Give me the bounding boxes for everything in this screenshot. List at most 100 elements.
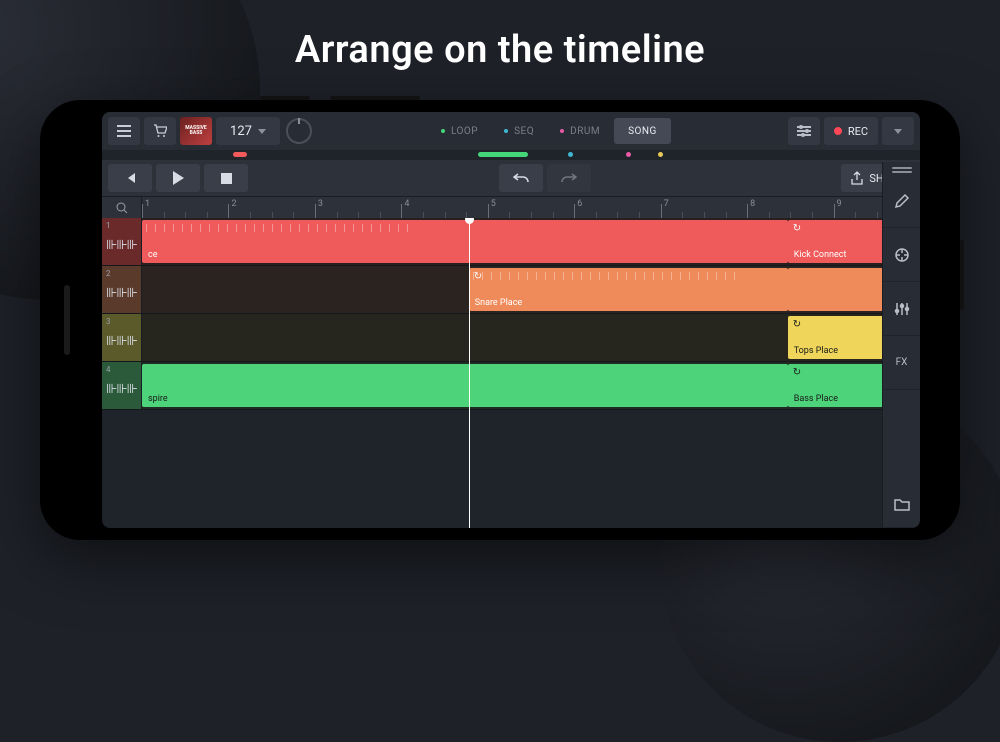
phone-button — [960, 240, 964, 310]
ruler-number: 9 — [837, 199, 842, 209]
track-header[interactable]: 2⊪⊪⊪ — [102, 266, 142, 313]
rewind-button[interactable] — [108, 164, 152, 192]
loop-icon: ↻ — [793, 367, 801, 378]
section-marker[interactable] — [233, 152, 247, 157]
redo-icon — [561, 172, 577, 184]
section-marker[interactable] — [626, 152, 631, 157]
sliders-icon — [894, 301, 910, 317]
ruler-number: 2 — [231, 199, 236, 209]
track-number: 1 — [106, 221, 111, 230]
track-header[interactable]: 1 ⊪⊪⊪ — [102, 218, 142, 265]
audio-clip[interactable]: ↻ Kick Connect — [788, 220, 889, 263]
snap-icon — [894, 247, 910, 263]
side-toolbar: FX — [882, 162, 920, 528]
ruler-number: 4 — [404, 199, 409, 209]
mode-tab-seq[interactable]: SEQ — [492, 126, 546, 137]
sliders-icon — [795, 126, 813, 136]
drag-handle-icon[interactable] — [883, 162, 920, 174]
clip-label: Tops Place — [794, 346, 838, 356]
clip-label: Snare Place — [475, 298, 522, 308]
play-button[interactable] — [156, 164, 200, 192]
tab-label: LOOP — [451, 126, 478, 137]
section-marker[interactable] — [478, 152, 528, 157]
mixer-button[interactable] — [788, 117, 820, 145]
phone-frame: MASSIVE BASS 127 LOOPSEQDRUMSONG REC — [40, 100, 960, 540]
mode-tab-song[interactable]: SONG — [614, 118, 671, 144]
mode-tabs: LOOP SEQ DRUM SONG — [429, 118, 671, 144]
topbar: MASSIVE BASS 127 LOOP SEQ DRUM SONG REC — [102, 112, 920, 150]
track-number: 3 — [106, 317, 111, 326]
rec-more-button[interactable] — [882, 117, 914, 145]
transport-bar: SHARE — [102, 160, 920, 196]
chevron-down-icon — [258, 129, 266, 134]
waveform-icon: ⊪⊪⊪ — [106, 238, 137, 253]
stop-button[interactable] — [204, 164, 248, 192]
sound-pack-thumb[interactable]: MASSIVE BASS — [180, 117, 212, 145]
mode-tab-loop[interactable]: LOOP — [429, 126, 490, 137]
tab-indicator-dot — [504, 129, 508, 133]
track-lane[interactable]: ↻ Tops Place — [142, 314, 920, 361]
track-lane[interactable]: ↻Snare Place — [142, 266, 920, 313]
track-header[interactable]: 4⊪⊪⊪ — [102, 362, 142, 409]
audio-clip[interactable]: ce — [142, 220, 788, 263]
folder-tool[interactable] — [883, 480, 920, 528]
chevron-down-icon — [894, 129, 902, 134]
mode-tab-drum[interactable]: DRUM — [548, 126, 612, 137]
record-label: REC — [848, 125, 868, 138]
track-row: 4⊪⊪⊪ spire ↻ Bass Place — [102, 362, 920, 410]
playhead[interactable] — [469, 218, 470, 528]
tab-indicator-dot — [441, 129, 445, 133]
audio-clip[interactable] — [788, 268, 889, 311]
skip-back-icon — [124, 172, 136, 184]
ruler-number: 5 — [491, 199, 496, 209]
clip-label: ce — [148, 250, 157, 260]
metronome-dial[interactable] — [286, 118, 312, 144]
clip-label: spire — [148, 394, 168, 404]
track-row: 3 ⊪⊪⊪ ↻ Tops Place — [102, 314, 920, 362]
timeline-ruler[interactable]: 12345678910 — [102, 196, 920, 218]
section-marker[interactable] — [568, 152, 573, 157]
audio-clip[interactable]: spire — [142, 364, 788, 407]
ruler-number: 8 — [750, 199, 755, 209]
track-number: 2 — [106, 269, 111, 278]
waveform-icon: ⊪⊪⊪ — [106, 334, 137, 349]
record-button[interactable]: REC — [824, 117, 878, 145]
store-button[interactable] — [144, 117, 176, 145]
undo-icon — [513, 172, 529, 184]
clip-waveform — [792, 272, 885, 282]
menu-button[interactable] — [108, 117, 140, 145]
tab-label: SEQ — [514, 126, 534, 137]
track-lane[interactable]: spire ↻ Bass Place — [142, 362, 920, 409]
mixer-tool[interactable] — [883, 282, 920, 336]
audio-clip[interactable]: ↻ Tops Place — [788, 316, 889, 359]
marker-strip — [102, 150, 920, 160]
pencil-icon — [894, 193, 910, 209]
hamburger-icon — [117, 125, 131, 137]
fx-tool[interactable]: FX — [883, 336, 920, 390]
ruler-number: 7 — [664, 199, 669, 209]
audio-clip[interactable]: ↻ Bass Place — [788, 364, 889, 407]
audio-clip[interactable]: ↻Snare Place — [469, 268, 788, 311]
track-lane[interactable]: ce ↻ Kick Connect — [142, 218, 920, 265]
redo-button[interactable] — [547, 164, 591, 192]
undo-button[interactable] — [499, 164, 543, 192]
snap-tool[interactable] — [883, 228, 920, 282]
section-marker[interactable] — [658, 152, 663, 157]
loop-icon: ↻ — [793, 319, 801, 330]
track-number: 4 — [106, 365, 111, 374]
hero-title: Arrange on the timeline — [0, 28, 1000, 72]
stop-icon — [221, 173, 232, 184]
ruler-zoom-button[interactable] — [102, 197, 142, 218]
clip-waveform — [146, 224, 784, 234]
phone-speaker — [64, 285, 70, 355]
loop-icon: ↻ — [793, 223, 801, 234]
timeline-tracks: 1⊪⊪⊪ce↻Kick Connect2⊪⊪⊪↻Snare Place3⊪⊪⊪↻… — [102, 218, 920, 528]
clip-label: Bass Place — [794, 394, 838, 404]
edit-tool[interactable] — [883, 174, 920, 228]
clip-label: Kick Connect — [794, 250, 847, 260]
phone-button — [260, 96, 310, 100]
phone-button — [330, 96, 420, 100]
tab-label: SONG — [628, 126, 657, 137]
bpm-selector[interactable]: 127 — [216, 117, 280, 145]
track-header[interactable]: 3 ⊪⊪⊪ — [102, 314, 142, 361]
